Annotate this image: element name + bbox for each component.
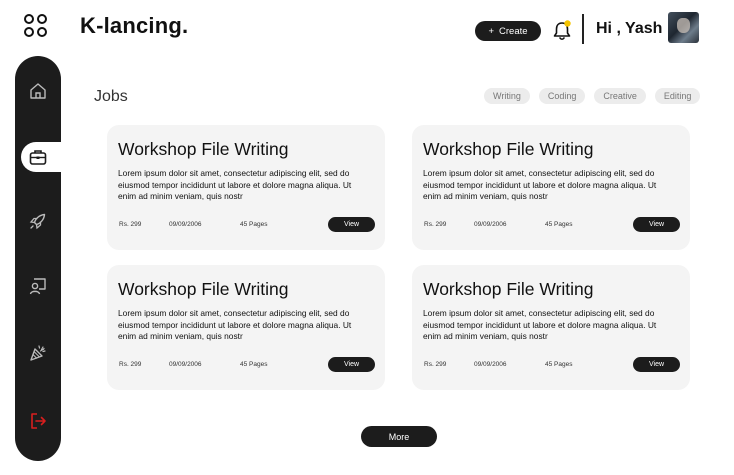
- job-card[interactable]: Workshop File Writing Lorem ipsum dolor …: [412, 125, 690, 250]
- job-date: 09/09/2006: [474, 361, 507, 368]
- sidebar-item-launch[interactable]: [15, 206, 61, 236]
- filter-chip-coding[interactable]: Coding: [538, 88, 586, 104]
- job-description: Lorem ipsum dolor sit amet, consectetur …: [423, 168, 657, 201]
- briefcase-icon: [29, 150, 47, 165]
- job-title: Workshop File Writing: [118, 279, 289, 299]
- job-price: Rs. 299: [119, 221, 142, 228]
- page-title: Jobs: [94, 88, 128, 105]
- view-button[interactable]: View: [633, 357, 680, 372]
- create-button[interactable]: + Create: [475, 21, 541, 41]
- user-greeting: Hi , Yash: [596, 20, 663, 37]
- user-board-icon: [29, 278, 46, 295]
- brand-name: K-lancing.: [80, 13, 189, 38]
- create-label: Create: [499, 25, 528, 37]
- view-button[interactable]: View: [328, 357, 375, 372]
- filter-chip-writing[interactable]: Writing: [484, 88, 530, 104]
- view-button[interactable]: View: [328, 217, 375, 232]
- job-pages: 45 Pages: [240, 221, 268, 228]
- job-pages: 45 Pages: [545, 361, 573, 368]
- sidebar-item-profile[interactable]: [15, 271, 61, 301]
- job-date: 09/09/2006: [169, 221, 202, 228]
- job-card[interactable]: Workshop File Writing Lorem ipsum dolor …: [107, 125, 385, 250]
- filter-chip-editing[interactable]: Editing: [654, 88, 701, 104]
- rocket-icon: [29, 213, 46, 230]
- filter-chip-creative[interactable]: Creative: [594, 88, 646, 104]
- job-price: Rs. 299: [119, 361, 142, 368]
- sidebar-item-celebrate[interactable]: [15, 338, 61, 368]
- job-description: Lorem ipsum dolor sit amet, consectetur …: [118, 168, 352, 201]
- party-popper-icon: [30, 345, 46, 361]
- job-description: Lorem ipsum dolor sit amet, consectetur …: [423, 308, 657, 341]
- avatar[interactable]: [668, 12, 699, 43]
- sidebar-item-home[interactable]: [15, 76, 61, 106]
- job-card[interactable]: Workshop File Writing Lorem ipsum dolor …: [107, 265, 385, 390]
- filter-chips: Writing Coding Creative Editing: [484, 88, 701, 104]
- job-title: Workshop File Writing: [423, 139, 594, 159]
- job-pages: 45 Pages: [240, 361, 268, 368]
- home-icon: [30, 83, 46, 99]
- job-price: Rs. 299: [424, 221, 447, 228]
- more-button[interactable]: More: [361, 426, 437, 447]
- sidebar-item-jobs[interactable]: [21, 142, 76, 172]
- sidebar-item-logout[interactable]: [15, 406, 61, 436]
- header-divider: [582, 14, 584, 44]
- job-title: Workshop File Writing: [118, 139, 289, 159]
- plus-icon: +: [488, 25, 495, 37]
- sidebar: [15, 56, 76, 461]
- job-card[interactable]: Workshop File Writing Lorem ipsum dolor …: [412, 265, 690, 390]
- job-pages: 45 Pages: [545, 221, 573, 228]
- logo-icon: [24, 14, 48, 38]
- job-title: Workshop File Writing: [423, 279, 594, 299]
- job-date: 09/09/2006: [169, 361, 202, 368]
- job-description: Lorem ipsum dolor sit amet, consectetur …: [118, 308, 352, 341]
- job-price: Rs. 299: [424, 361, 447, 368]
- job-date: 09/09/2006: [474, 221, 507, 228]
- view-button[interactable]: View: [633, 217, 680, 232]
- notification-bell-icon[interactable]: [552, 20, 572, 42]
- logout-icon: [31, 413, 46, 429]
